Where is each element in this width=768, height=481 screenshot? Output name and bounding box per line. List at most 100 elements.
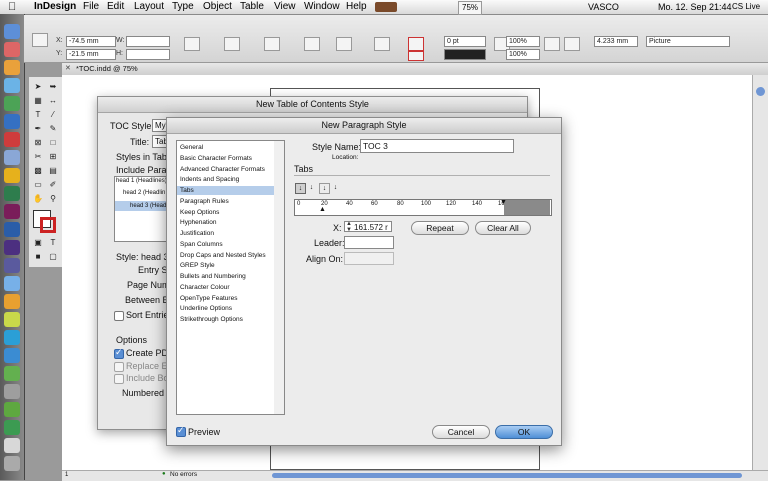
align-to-decimal-tab-icon[interactable]: ↓: [331, 183, 340, 192]
menu-window[interactable]: Window: [304, 1, 340, 13]
scissors-tool-icon[interactable]: ✂: [32, 151, 44, 162]
category-span-columns[interactable]: Span Columns: [180, 240, 223, 249]
app-icon[interactable]: [4, 420, 20, 435]
left-justified-tab-icon[interactable]: ↓: [295, 183, 306, 194]
stroke-weight-field[interactable]: 0 pt: [444, 36, 486, 47]
category-list-scrollbar[interactable]: [274, 140, 285, 415]
category-hyphenation[interactable]: Hyphenation: [180, 218, 217, 227]
app-icon[interactable]: [4, 42, 20, 57]
pencil-tool-icon[interactable]: ✎: [47, 123, 59, 134]
category-bullets-and-numbering[interactable]: Bullets and Numbering: [180, 272, 246, 281]
align-on-field[interactable]: [344, 252, 394, 265]
app-icon[interactable]: [4, 276, 20, 291]
gap-tool-icon[interactable]: ↔: [47, 95, 59, 106]
finder-icon[interactable]: [4, 24, 20, 39]
y-field[interactable]: -21.5 mm: [66, 49, 116, 60]
tab-stop-marker[interactable]: ▼: [500, 199, 507, 206]
category-paragraph-rules[interactable]: Paragraph Rules: [180, 197, 229, 206]
w-field[interactable]: [126, 36, 170, 47]
menu-view[interactable]: View: [274, 1, 296, 13]
scale-x-field[interactable]: 100%: [506, 36, 540, 47]
reference-point-icon[interactable]: [32, 33, 48, 47]
eyedropper-tool-icon[interactable]: ✐: [47, 179, 59, 190]
skype-icon[interactable]: [4, 348, 20, 363]
ok-button[interactable]: OK: [495, 425, 553, 439]
menu-help[interactable]: Help: [346, 1, 367, 13]
rotate-icon[interactable]: [224, 37, 240, 51]
x-field[interactable]: -74.5 mm: [66, 36, 116, 47]
app-icon[interactable]: [4, 96, 20, 111]
cs-live[interactable]: CS Live: [732, 1, 760, 13]
category-tabs[interactable]: Tabs: [177, 186, 278, 195]
category-character-colour[interactable]: Character Colour: [180, 283, 230, 292]
app-icon[interactable]: [4, 60, 20, 75]
fit-content-icon[interactable]: [564, 37, 580, 51]
align-icon[interactable]: [374, 37, 390, 51]
zoom-level[interactable]: 75%: [458, 1, 483, 15]
category-list[interactable]: General Basic Character Formats Advanced…: [176, 140, 278, 415]
page-number-field[interactable]: 1: [65, 472, 68, 478]
stroke-swatch-icon[interactable]: [408, 51, 424, 61]
stepper-icon[interactable]: ▲ ▼: [346, 221, 352, 233]
document-tab[interactable]: *TOC.indd @ 75%: [76, 64, 138, 73]
apple-icon[interactable]: : [8, 1, 16, 13]
app-icon[interactable]: [4, 294, 20, 309]
apply-none-icon[interactable]: ▢: [47, 251, 59, 262]
trash-icon[interactable]: [4, 456, 20, 471]
menu-table[interactable]: Table: [240, 1, 264, 13]
bridge-icon[interactable]: [375, 2, 397, 12]
direct-selection-tool-icon[interactable]: ➥: [47, 81, 59, 92]
horizontal-scroll-thumb[interactable]: [272, 473, 742, 478]
include-styles-list[interactable]: head 1 (Headlines) head 2 (Headlin head …: [114, 176, 168, 242]
user-name[interactable]: VASCO: [588, 1, 619, 13]
app-icon[interactable]: [4, 114, 20, 129]
category-advanced-character-formats[interactable]: Advanced Character Formats: [180, 165, 265, 174]
list-item[interactable]: head 2 (Headlin: [123, 190, 165, 196]
right-justified-tab-icon[interactable]: ↓: [319, 183, 330, 194]
apply-color-icon[interactable]: ■: [32, 251, 44, 262]
rectangle-tool-icon[interactable]: □: [47, 137, 59, 148]
vertical-scrollbar[interactable]: [752, 75, 768, 470]
formatting-text-icon[interactable]: T: [47, 237, 59, 248]
app-icon[interactable]: [4, 312, 20, 327]
indesign-icon[interactable]: [4, 204, 20, 219]
app-icon[interactable]: [4, 330, 20, 345]
scroll-thumb[interactable]: [756, 87, 765, 96]
category-general[interactable]: General: [180, 143, 203, 152]
list-item[interactable]: head 1 (Headlines): [116, 178, 167, 184]
stroke-type-select[interactable]: [444, 49, 486, 60]
category-grep-style[interactable]: GREP Style: [180, 261, 215, 270]
category-drop-caps[interactable]: Drop Caps and Nested Styles: [180, 251, 266, 260]
sort-entries-checkbox[interactable]: [114, 311, 124, 321]
selection-tool-icon[interactable]: ➤: [32, 81, 44, 92]
app-icon[interactable]: [4, 258, 20, 273]
menu-edit[interactable]: Edit: [107, 1, 124, 13]
dreamweaver-icon[interactable]: [4, 186, 20, 201]
menu-file[interactable]: File: [83, 1, 99, 13]
formatting-container-icon[interactable]: ▣: [32, 237, 44, 248]
illustrator-icon[interactable]: [4, 168, 20, 183]
clear-all-button[interactable]: Clear All: [475, 221, 531, 235]
shear-icon[interactable]: [264, 37, 280, 51]
indent-marker[interactable]: ▲: [319, 206, 326, 213]
center-justified-tab-icon[interactable]: ↓: [307, 183, 316, 192]
corner-size-field[interactable]: 4.233 mm: [594, 36, 638, 47]
menu-type[interactable]: Type: [172, 1, 194, 13]
menu-object[interactable]: Object: [203, 1, 232, 13]
line-tool-icon[interactable]: ⁄: [47, 109, 59, 120]
category-indents-and-spacing[interactable]: Indents and Spacing: [180, 175, 239, 184]
app-icon[interactable]: [4, 150, 20, 165]
page-tool-icon[interactable]: ▦: [32, 95, 44, 106]
flip-icon[interactable]: [304, 37, 320, 51]
horizontal-scrollbar[interactable]: 1 ● No errors: [62, 470, 768, 481]
hand-tool-icon[interactable]: ✋: [32, 193, 44, 204]
app-icon[interactable]: [4, 78, 20, 93]
note-tool-icon[interactable]: ▭: [32, 179, 44, 190]
type-tool-icon[interactable]: T: [32, 109, 44, 120]
menu-layout[interactable]: Layout: [134, 1, 164, 13]
include-book-checkbox[interactable]: [114, 374, 124, 384]
zoom-tool-icon[interactable]: ⚲: [47, 193, 59, 204]
app-icon[interactable]: [4, 384, 20, 399]
app-menu[interactable]: InDesign: [34, 1, 76, 13]
category-justification[interactable]: Justification: [180, 229, 214, 238]
